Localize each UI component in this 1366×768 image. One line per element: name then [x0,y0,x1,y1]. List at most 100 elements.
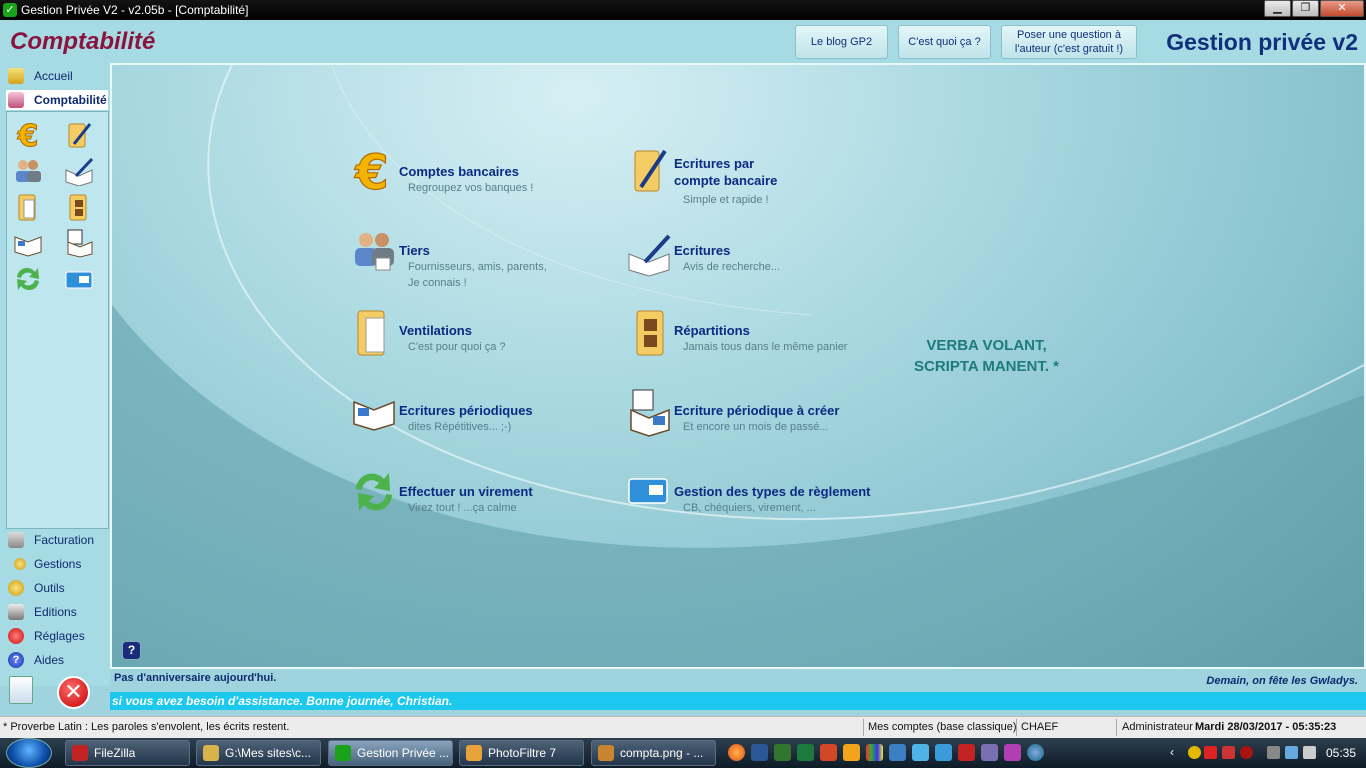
printer-icon [8,604,24,620]
paint-icon[interactable] [866,744,883,761]
book-calendar-icon [630,389,670,437]
menu-item-title: Tiers [399,243,430,258]
tray-red-icon[interactable] [1222,746,1235,759]
taskbar-clock[interactable]: 05:35 [1326,746,1356,760]
sidebar-item-label: Réglages [34,629,85,643]
euro-icon[interactable]: € [13,120,43,150]
status-proverb: * Proverbe Latin : Les paroles s'envolen… [3,721,290,733]
menu-item-subtitle: C'est pour quoi ça ? [408,341,506,353]
sidebar-item-reglages[interactable]: Réglages [8,626,85,646]
tray-record-icon[interactable] [1240,746,1253,759]
status-user-code: CHAEF [1021,721,1059,733]
open-book-icon [353,400,395,431]
sidebar-item-accueil[interactable]: Accueil [8,66,73,86]
window-titlebar: ✓ Gestion Privée V2 - v2.05b - [Comptabi… [0,0,1366,20]
taskbar-item-label: Gestion Privée ... [357,746,450,760]
feast-day-text: Demain, on fête les Gwladys. [1206,675,1358,687]
svg-text:€: € [17,120,39,150]
transfer-arrows-icon[interactable] [13,264,43,294]
menu-tiers[interactable]: Tiers Fournisseurs, amis, parents, Je co… [352,230,559,291]
status-datetime: Mardi 28/03/2017 - 05:35:23 [1195,721,1337,733]
close-button[interactable]: ✕ [1320,0,1364,17]
menu-ecriture-periodique-a-creer[interactable]: Ecriture périodique à créer Et encore un… [627,388,839,438]
powerpoint-icon[interactable] [820,744,837,761]
menu-ventilations[interactable]: Ventilations C'est pour quoi ça ? [352,308,506,358]
menu-gestion-types-reglement[interactable]: Gestion des types de règlement CB, chéqu… [627,467,871,517]
taskbar-item-explorer[interactable]: G:\Mes sites\c... [196,740,321,766]
menu-effectuer-virement[interactable]: Effectuer un virement Virez tout ! ...ça… [352,467,533,517]
calculator-icon[interactable] [9,676,33,704]
sidebar-item-gestions[interactable]: Gestions [14,554,81,574]
menu-item-subtitle: Fournisseurs, amis, parents, Je connais … [408,261,547,289]
folder-icon [203,745,219,761]
tray-app-icon[interactable] [1188,746,1201,759]
taskbar-item-gestion-privee[interactable]: Gestion Privée ... [328,740,453,766]
settings-icon [8,628,24,644]
exit-icon[interactable]: ✕ [57,676,90,709]
tool-icon[interactable] [981,744,998,761]
firefox-icon[interactable] [728,744,745,761]
start-button[interactable] [6,738,52,768]
open-book-icon[interactable] [13,228,43,258]
menu-item-subtitle: Simple et rapide ! [683,194,769,206]
volume-icon[interactable] [1303,746,1316,759]
folder-pen-icon[interactable] [64,120,94,150]
taskbar-item-photofiltre[interactable]: PhotoFiltre 7 [459,740,584,766]
help-button[interactable]: ? [122,641,141,660]
status-separator [1016,719,1017,736]
sidebar-item-label: Editions [34,605,77,619]
lower-navigation: Facturation Gestions Outils Editions Rég… [6,529,109,677]
invoice-icon [8,532,24,548]
users-icon[interactable] [912,744,929,761]
publisher-icon[interactable] [774,744,791,761]
blog-button[interactable]: Le blog GP2 [795,25,888,59]
globe-icon[interactable] [1027,744,1044,761]
minimize-button[interactable]: ▁ [1264,0,1291,17]
word-icon[interactable] [751,744,768,761]
maximize-button[interactable]: ❐ [1292,0,1319,17]
tray-expand-icon[interactable]: ‹ [1170,746,1183,759]
tray-plug-icon[interactable] [1267,746,1280,759]
taskbar-item-filezilla[interactable]: FileZilla [65,740,190,766]
app-icon[interactable] [1004,744,1021,761]
sidebar-item-editions[interactable]: Editions [8,602,77,622]
folder-pen-icon [634,149,667,192]
menu-comptes-bancaires[interactable]: € Comptes bancaires Regroupez vos banque… [352,145,534,196]
book-calendar-icon[interactable] [64,228,94,258]
taskbar-item-label: FileZilla [94,746,136,760]
cloud-icon[interactable] [935,744,952,761]
monitor-icon[interactable] [889,744,906,761]
sidebar-item-facturation[interactable]: Facturation [8,530,94,550]
network-icon[interactable] [1285,746,1298,759]
clock-icon[interactable] [843,744,860,761]
menu-ecritures-par-compte[interactable]: Ecritures par compte bancaire Simple et … [627,145,794,208]
card-icon[interactable] [64,264,94,294]
sidebar-item-comptabilite[interactable]: Comptabilité [6,90,108,110]
sidebar-item-label: Gestions [34,557,82,571]
main-panel: € Comptes bancaires Regroupez vos banque… [110,63,1366,669]
whatis-button[interactable]: C'est quoi ça ? [898,25,991,59]
euro-icon: € [354,145,390,195]
people-icon[interactable] [13,156,43,186]
taskbar-item-compta-png[interactable]: compta.png - ... [591,740,716,766]
excel-icon[interactable] [797,744,814,761]
menu-ecritures[interactable]: Ecritures Avis de recherche... [627,230,780,280]
folder-docs-icon[interactable] [13,192,43,222]
taskbar-item-label: PhotoFiltre 7 [488,746,557,760]
filezilla-quick-icon[interactable] [958,744,975,761]
app-header: Comptabilité Le blog GP2 C'est quoi ça ?… [0,20,1366,63]
menu-item-title: Ecritures périodiques [399,403,533,418]
filezilla-icon [72,745,88,761]
people-icon [355,233,394,271]
status-role: Administrateur [1122,721,1193,733]
menu-ecritures-periodiques[interactable]: Ecritures périodiques dites Répétitives.… [352,388,533,438]
image-file-icon [598,745,614,761]
book-pen-icon[interactable] [64,156,94,186]
folder-split-icon[interactable] [64,192,94,222]
tray-b-icon[interactable] [1204,746,1217,759]
sidebar-item-aides[interactable]: ? Aides [8,650,64,670]
ask-author-button[interactable]: Poser une question à l'auteur (c'est gra… [1001,25,1137,59]
status-separator [863,719,864,736]
sidebar-item-outils[interactable]: Outils [8,578,65,598]
menu-repartitions[interactable]: Répartitions Jamais tous dans le même pa… [627,308,847,358]
